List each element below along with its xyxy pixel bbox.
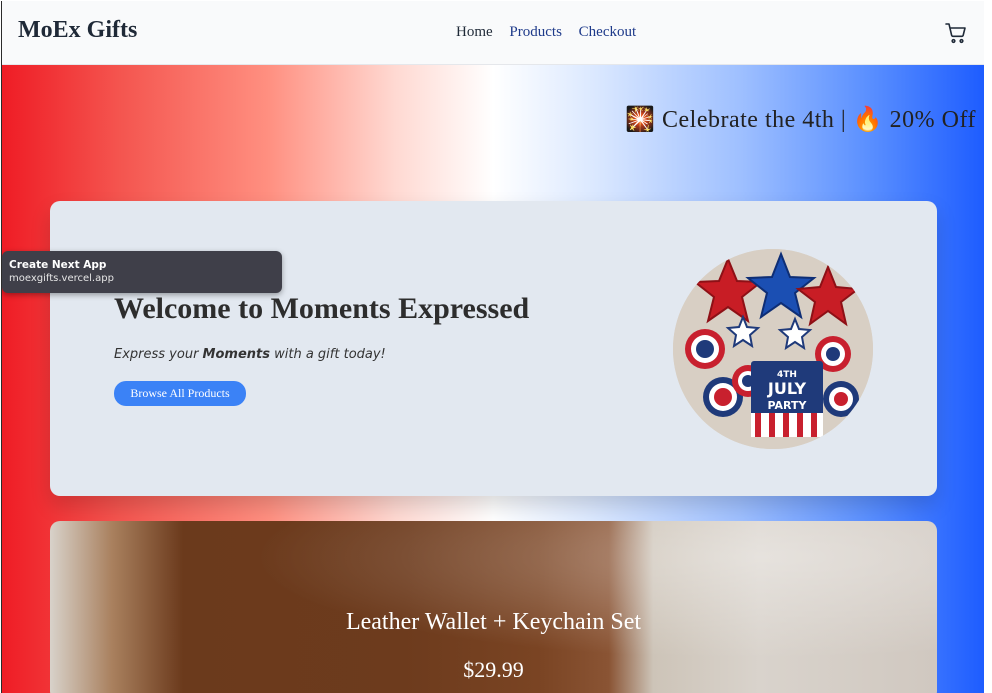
product-card[interactable]: Leather Wallet + Keychain Set $29.99 xyxy=(50,521,937,693)
navbar: MoEx Gifts Home Products Checkout xyxy=(2,1,984,65)
nav-link-products[interactable]: Products xyxy=(509,24,562,40)
brand-logo[interactable]: MoEx Gifts xyxy=(18,17,137,44)
nav-links: Home Products Checkout xyxy=(456,24,649,41)
promo-banner: 🎇 Celebrate the 4th | 🔥 20% Off xyxy=(625,107,976,133)
product-name: Leather Wallet + Keychain Set xyxy=(345,609,642,635)
page: MoEx Gifts Home Products Checkout 🎇 Cele… xyxy=(1,1,984,693)
hero-title: Welcome to Moments Expressed xyxy=(114,292,530,325)
browse-all-products-button[interactable]: Browse All Products xyxy=(114,381,246,406)
hero-card: Welcome to Moments Expressed Express you… xyxy=(50,201,937,496)
scrollbar[interactable] xyxy=(984,0,992,693)
sign-text-bottom: PARTY xyxy=(767,399,807,412)
july-party-image: 4TH JULY PARTY xyxy=(673,249,873,449)
nav-link-checkout[interactable]: Checkout xyxy=(579,24,637,40)
tooltip-title: Create Next App xyxy=(9,259,107,271)
sign-text-middle: JULY xyxy=(767,379,807,398)
tagline-emphasis: Moments xyxy=(202,347,270,362)
tooltip-url: moexgifts.vercel.app xyxy=(9,273,114,284)
product-price: $29.99 xyxy=(463,657,524,682)
cart-icon[interactable] xyxy=(944,21,968,45)
tab-hover-tooltip: Create Next App moexgifts.vercel.app xyxy=(2,251,282,293)
hero-tagline: Express your Moments with a gift today! xyxy=(114,347,386,362)
nav-link-home[interactable]: Home xyxy=(456,24,493,40)
